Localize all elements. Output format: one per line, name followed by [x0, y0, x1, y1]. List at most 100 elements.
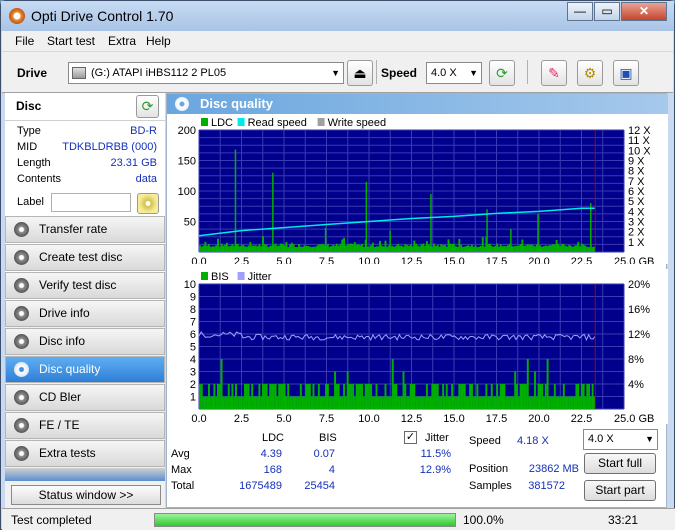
bis-bar [431, 384, 434, 409]
minimize-button[interactable]: — [567, 2, 593, 21]
bis-bar [312, 384, 315, 409]
nav-label: Verify test disc [39, 278, 117, 292]
ldc-bar [229, 245, 232, 252]
ldc-bar [371, 242, 374, 252]
nav-label: Disc quality [39, 362, 101, 376]
bis-bar [377, 396, 380, 409]
bis-bar [521, 384, 524, 409]
menu-start-test[interactable]: Start test [47, 34, 95, 48]
ldc-spike [510, 228, 512, 252]
bis-bar [208, 384, 210, 409]
bis-bar [434, 384, 437, 409]
ldc-bar [445, 246, 448, 252]
bis-bar [299, 384, 302, 409]
start-full-button[interactable]: Start full [584, 453, 656, 474]
nav-extra-tests[interactable]: Extra tests [5, 440, 165, 467]
settings-button[interactable]: ⚙ [577, 60, 603, 86]
ldc-bar [434, 245, 437, 252]
bis-bar [449, 396, 452, 409]
ldc-bar [269, 245, 272, 252]
ldc-bar [433, 243, 436, 252]
ldc-bar [481, 237, 484, 252]
disc-type-value: BD-R [130, 125, 157, 137]
y2-tick-label: 4% [628, 379, 644, 391]
bis-bar [335, 384, 338, 409]
legend-label: BIS [211, 271, 229, 283]
ldc-bar [307, 246, 310, 252]
maximize-button[interactable]: ▭ [594, 2, 620, 21]
speed-select[interactable]: 4.0 X ▼ [426, 62, 482, 84]
menu-extra[interactable]: Extra [108, 34, 136, 48]
bis-bar [258, 384, 261, 409]
refresh-speed-button[interactable]: ⟳ [489, 60, 515, 86]
x-tick-label: 10.0 [358, 256, 379, 264]
ldc-bar [458, 238, 461, 252]
ldc-bar [213, 246, 216, 252]
bis-bar [508, 396, 511, 409]
eject-button[interactable]: ⏏ [347, 60, 373, 86]
toolbar-divider [527, 60, 528, 84]
y-tick-label: 1 [190, 392, 196, 404]
test-speed-select[interactable]: 4.0 X ▼ [583, 429, 658, 450]
bis-bar [242, 396, 245, 409]
erase-button[interactable]: ✎ [541, 60, 567, 86]
nav-verify-test-disc[interactable]: Verify test disc [5, 272, 165, 299]
disc-label-input[interactable] [51, 193, 131, 212]
bis-bar [308, 384, 311, 409]
save-button[interactable]: ▣ [613, 60, 639, 86]
progress-fill [155, 514, 455, 526]
menu-help[interactable]: Help [146, 34, 171, 48]
nav-transfer-rate[interactable]: Transfer rate [5, 216, 165, 243]
ldc-bar [425, 241, 428, 252]
bis-bar [442, 384, 445, 409]
ldc-bar [208, 244, 210, 252]
ldc-bar [499, 244, 502, 252]
bis-bar [474, 396, 477, 409]
ldc-bar [516, 245, 518, 252]
ldc-bar [326, 243, 329, 252]
status-window-button[interactable]: Status window >> [11, 485, 161, 505]
bis-bar [452, 396, 455, 409]
nav-fe-te[interactable]: FE / TE [5, 412, 165, 439]
elapsed-time: 33:21 [608, 513, 639, 527]
drive-select[interactable]: (G:) ATAPI iHBS112 2 PL05 ▼ [68, 62, 344, 84]
nav-drive-info[interactable]: Drive info [5, 300, 165, 327]
disc-length-value: 23.31 GB [110, 157, 157, 169]
disc-length-row: Length 23.31 GB [13, 157, 161, 173]
bis-bar [227, 384, 230, 409]
ldc-bar [341, 239, 344, 252]
ldc-bar [442, 245, 445, 252]
ldc-bar [244, 246, 246, 252]
bis-bar [561, 396, 563, 409]
ldc-bar [222, 245, 225, 252]
bis-bar [323, 396, 326, 409]
disc-icon [14, 250, 29, 265]
ldc-bar [287, 247, 290, 252]
ldc-bar [454, 246, 457, 252]
refresh-disc-button[interactable]: ⟳ [136, 95, 159, 118]
bis-bar [496, 384, 499, 409]
ldc-bar [555, 239, 558, 252]
ldc-bar [368, 246, 371, 252]
y-tick-label: 3 [190, 367, 196, 379]
nav-cd-bler[interactable]: CD Bler [5, 384, 165, 411]
ldc-bar [561, 243, 563, 252]
ldc-bar [546, 245, 549, 252]
ldc-bar [562, 243, 565, 252]
nav-label: Extra tests [39, 446, 96, 460]
disc-label-cd-button[interactable] [137, 193, 159, 214]
start-part-button[interactable]: Start part [584, 480, 656, 501]
nav-disc-quality[interactable]: Disc quality [5, 356, 165, 383]
jitter-checkbox[interactable]: ✓ [404, 431, 417, 444]
nav-disc-info[interactable]: Disc info [5, 328, 165, 355]
ldc-bar [359, 245, 362, 252]
bis-bar [217, 384, 219, 409]
bis-bar [543, 396, 545, 409]
y-tick-label: 9 [190, 292, 196, 304]
samples-label: Samples [469, 480, 512, 492]
close-button[interactable]: ✕ [621, 2, 667, 21]
nav-create-test-disc[interactable]: Create test disc [5, 244, 165, 271]
ldc-spike [272, 172, 274, 252]
nav-label: Transfer rate [39, 222, 108, 236]
menu-file[interactable]: File [15, 34, 34, 48]
